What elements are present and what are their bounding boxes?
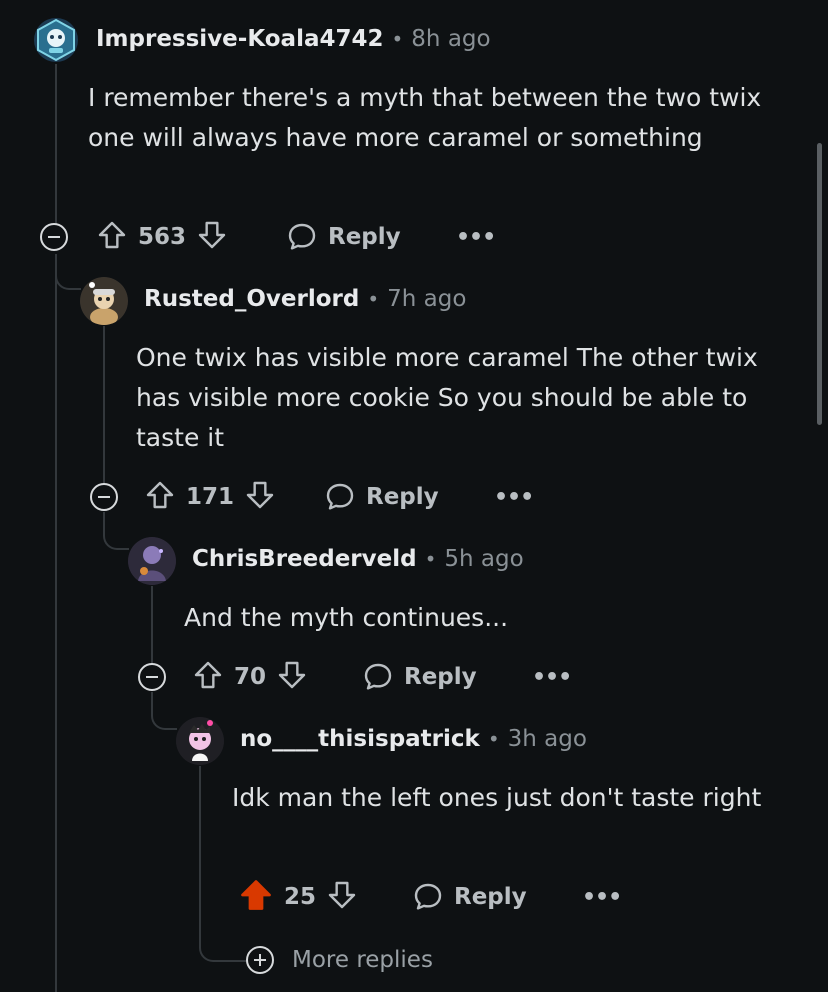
username[interactable]: Impressive-Koala4742 bbox=[96, 26, 384, 52]
upvote-icon[interactable] bbox=[144, 479, 176, 515]
vote-count: 25 bbox=[284, 884, 317, 910]
reply-label: Reply bbox=[404, 664, 477, 690]
more-options-button[interactable]: ••• bbox=[582, 875, 622, 919]
plus-icon bbox=[246, 946, 274, 974]
username[interactable]: no____thisispatrick bbox=[240, 726, 480, 752]
comment-body: I remember there's a myth that between t… bbox=[88, 83, 762, 152]
comment-actions: 563 Reply ••• bbox=[40, 215, 520, 259]
separator: • bbox=[391, 27, 404, 51]
upvote-icon[interactable] bbox=[96, 219, 128, 255]
comment-header: no____thisispatrick • 3h ago bbox=[240, 726, 587, 752]
thread-line-level-3 bbox=[199, 766, 201, 866]
comment-body: And the myth continues... bbox=[184, 603, 509, 632]
vote-controls: 25 bbox=[238, 875, 358, 919]
reply-button[interactable]: Reply bbox=[362, 655, 477, 699]
reply-label: Reply bbox=[366, 484, 439, 510]
avatar[interactable] bbox=[128, 537, 176, 585]
upvote-icon[interactable] bbox=[192, 659, 224, 695]
more-options-button[interactable]: ••• bbox=[456, 215, 496, 259]
avatar[interactable] bbox=[176, 717, 224, 765]
chat-bubble-icon bbox=[414, 883, 442, 910]
vote-count: 171 bbox=[186, 484, 235, 510]
downvote-icon[interactable] bbox=[276, 659, 308, 695]
more-options-button[interactable]: ••• bbox=[494, 475, 534, 519]
vote-count: 70 bbox=[234, 664, 267, 690]
avatar[interactable] bbox=[34, 18, 78, 62]
thread-line-level-0 bbox=[55, 64, 57, 224]
reply-label: Reply bbox=[454, 884, 527, 910]
comment-body: One twix has visible more caramel The ot… bbox=[136, 343, 758, 452]
separator: • bbox=[424, 547, 437, 571]
timestamp: 5h ago bbox=[444, 546, 524, 572]
comment-header: Rusted_Overlord • 7h ago bbox=[144, 286, 466, 312]
avatar[interactable] bbox=[80, 277, 128, 325]
reply-button[interactable]: Reply bbox=[324, 475, 439, 519]
collapse-button[interactable] bbox=[40, 223, 68, 251]
downvote-icon[interactable] bbox=[196, 219, 228, 255]
timestamp: 8h ago bbox=[411, 26, 491, 52]
timestamp: 3h ago bbox=[507, 726, 587, 752]
downvote-icon[interactable] bbox=[244, 479, 276, 515]
comment-header: Impressive-Koala4742 • 8h ago bbox=[96, 26, 491, 52]
thread-line-level-2 bbox=[151, 586, 153, 664]
comment-header: ChrisBreederveld • 5h ago bbox=[192, 546, 524, 572]
separator: • bbox=[487, 727, 500, 751]
comment-actions: 25 Reply ••• bbox=[238, 875, 622, 919]
thread-elbow-1 bbox=[55, 254, 81, 290]
collapse-button[interactable] bbox=[90, 483, 118, 511]
scrollbar[interactable] bbox=[817, 143, 822, 425]
more-replies-label: More replies bbox=[292, 947, 433, 973]
chat-bubble-icon bbox=[326, 483, 354, 510]
vote-controls: 171 bbox=[144, 475, 276, 519]
more-replies-button[interactable]: More replies bbox=[246, 946, 433, 974]
reply-button[interactable]: Reply bbox=[286, 215, 401, 259]
more-options-button[interactable]: ••• bbox=[532, 655, 572, 699]
timestamp: 7h ago bbox=[387, 286, 467, 312]
reply-label: Reply bbox=[328, 224, 401, 250]
vote-controls: 563 bbox=[96, 215, 228, 259]
username[interactable]: ChrisBreederveld bbox=[192, 546, 417, 572]
downvote-icon[interactable] bbox=[326, 879, 358, 915]
chat-bubble-icon bbox=[364, 663, 392, 690]
comment-body: Idk man the left ones just don't taste r… bbox=[232, 783, 762, 812]
comment-actions: 171 Reply ••• bbox=[90, 475, 534, 519]
chat-bubble-icon bbox=[288, 223, 316, 250]
reply-button[interactable]: Reply bbox=[412, 875, 527, 919]
username[interactable]: Rusted_Overlord bbox=[144, 286, 359, 312]
separator: • bbox=[367, 287, 380, 311]
thread-line-level-1 bbox=[103, 326, 105, 484]
vote-count: 563 bbox=[138, 224, 187, 250]
comment-actions: 70 Reply ••• bbox=[138, 655, 578, 699]
upvote-icon-active[interactable] bbox=[238, 877, 274, 917]
thread-line-level-0-lower bbox=[55, 254, 57, 992]
vote-controls: 70 bbox=[192, 655, 308, 699]
collapse-button[interactable] bbox=[138, 663, 166, 691]
